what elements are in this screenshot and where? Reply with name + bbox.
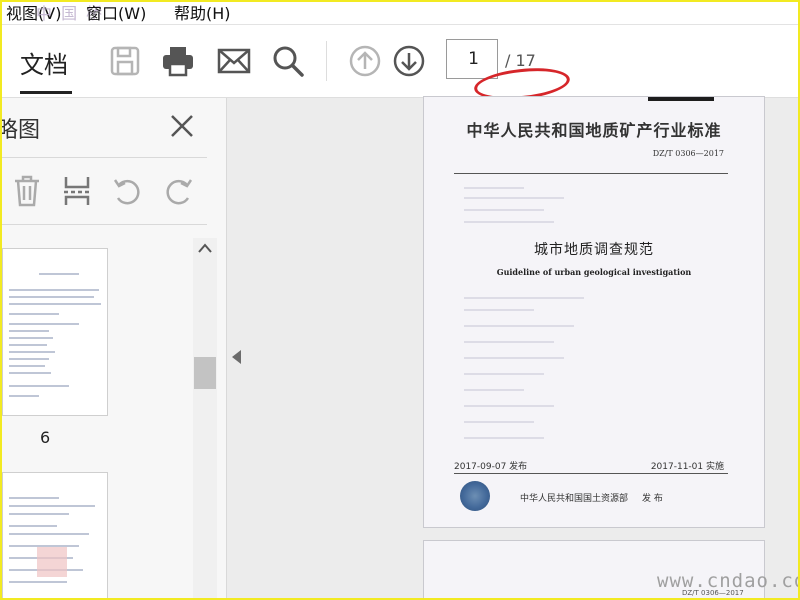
document-title-en: Guideline of urban geological investigat…	[496, 267, 692, 277]
thumbnail-scrollbar[interactable]	[193, 238, 217, 598]
tab-active-indicator	[20, 91, 72, 94]
sidebar-divider	[2, 224, 207, 225]
mail-icon[interactable]	[216, 43, 252, 79]
toolbar-separator	[326, 41, 327, 81]
thumbnail-page-label: 6	[40, 428, 51, 447]
rotate-ccw-icon[interactable]	[110, 174, 144, 208]
page-total: / 17	[505, 51, 536, 70]
scroll-up-icon[interactable]	[196, 240, 214, 258]
delete-icon[interactable]	[10, 174, 44, 208]
document-view: 中华人民共和国地质矿产行业标准 DZ/T 0306—2017 城市地质调查规范 …	[227, 96, 798, 598]
site-watermark: www.cndao.com	[657, 570, 798, 592]
ministry-seal-icon	[460, 481, 490, 511]
page-number-input[interactable]: 1	[446, 39, 498, 79]
menu-help[interactable]: 帮助(H)	[174, 2, 231, 24]
publisher: 中华人民共和国国土资源部	[520, 494, 629, 504]
page-thumbnail[interactable]	[2, 472, 108, 598]
page-down-icon[interactable]	[391, 43, 427, 79]
collapse-sidebar-icon[interactable]	[232, 350, 241, 364]
issue-date: 2017-09-07 发布	[454, 462, 528, 472]
tab-document[interactable]: 文档	[20, 45, 68, 80]
sidebar-divider	[2, 157, 207, 158]
effective-date: 2017-11-01 实施	[650, 462, 724, 472]
thumbnail-stamp	[37, 547, 67, 577]
footer-rule	[454, 473, 728, 474]
extract-icon[interactable]	[60, 174, 94, 208]
standard-title: 中华人民共和国地质矿产行业标准	[466, 121, 722, 140]
page-thumbnail[interactable]	[2, 248, 108, 416]
app-window: 视图(V) 中 国 桥 窗口(W) 帮助(H) 文档 1 / 17 略图 6 中…	[0, 0, 800, 600]
print-icon[interactable]	[160, 43, 196, 79]
header-rule	[454, 173, 728, 174]
rotate-cw-icon[interactable]	[162, 174, 196, 208]
sidebar-title: 略图	[0, 118, 41, 143]
toolbar: 文档 1 / 17	[2, 25, 798, 104]
search-icon[interactable]	[270, 43, 306, 79]
publish-label: 发 布	[642, 494, 663, 504]
header-logo-bar	[648, 97, 714, 101]
document-page: 中华人民共和国地质矿产行业标准 DZ/T 0306—2017 城市地质调查规范 …	[423, 96, 765, 528]
close-icon[interactable]	[168, 112, 196, 140]
thumbnail-sidebar: 略图 6	[2, 98, 227, 598]
scrollbar-thumb[interactable]	[194, 357, 216, 389]
page-up-icon[interactable]	[347, 43, 383, 79]
save-icon[interactable]	[107, 43, 143, 79]
standard-code: DZ/T 0306—2017	[652, 149, 724, 158]
menu-window[interactable]: 窗口(W)	[86, 2, 146, 24]
page-current: 1	[468, 49, 479, 69]
document-title-cn: 城市地质调查规范	[534, 242, 654, 258]
menu-bar: 视图(V) 中 国 桥 窗口(W) 帮助(H)	[2, 2, 798, 25]
